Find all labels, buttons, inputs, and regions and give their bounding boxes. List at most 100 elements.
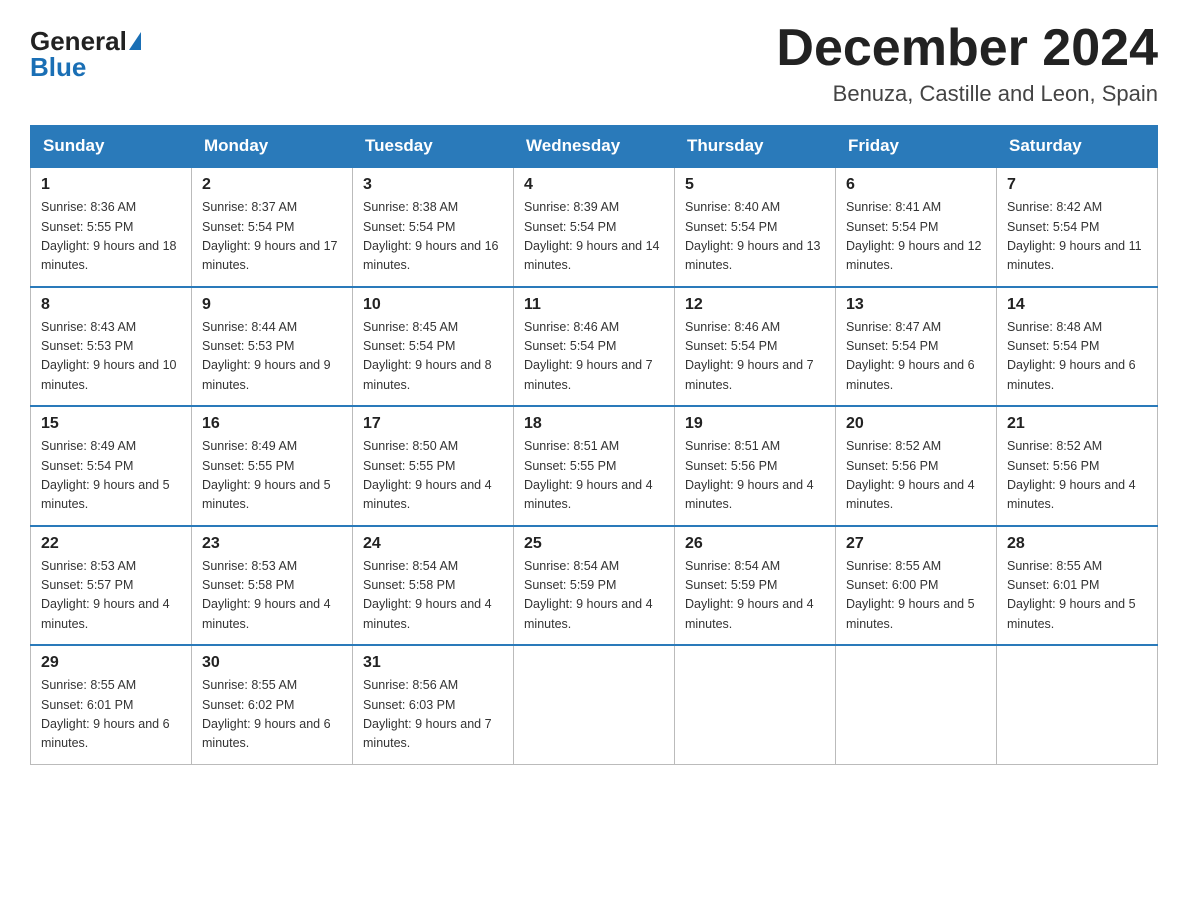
day-number: 7: [1007, 176, 1147, 194]
page-title: December 2024: [776, 20, 1158, 77]
day-info: Sunrise: 8:39 AMSunset: 5:54 PMDaylight:…: [524, 198, 664, 276]
table-row: 21 Sunrise: 8:52 AMSunset: 5:56 PMDayligh…: [997, 406, 1158, 526]
day-number: 13: [846, 296, 986, 314]
day-number: 12: [685, 296, 825, 314]
table-row: 14 Sunrise: 8:48 AMSunset: 5:54 PMDayligh…: [997, 287, 1158, 407]
day-info: Sunrise: 8:54 AMSunset: 5:58 PMDaylight:…: [363, 557, 503, 635]
day-info: Sunrise: 8:45 AMSunset: 5:54 PMDaylight:…: [363, 318, 503, 396]
day-number: 6: [846, 176, 986, 194]
day-info: Sunrise: 8:42 AMSunset: 5:54 PMDaylight:…: [1007, 198, 1147, 276]
table-row: 7 Sunrise: 8:42 AMSunset: 5:54 PMDaylight…: [997, 167, 1158, 287]
day-info: Sunrise: 8:51 AMSunset: 5:56 PMDaylight:…: [685, 437, 825, 515]
table-row: 20 Sunrise: 8:52 AMSunset: 5:56 PMDayligh…: [836, 406, 997, 526]
day-number: 23: [202, 535, 342, 553]
table-row: [836, 645, 997, 764]
weekday-header-monday: Monday: [192, 126, 353, 168]
table-row: 29Sunrise: 8:55 AMSunset: 6:01 PMDayligh…: [31, 645, 192, 764]
table-row: 6Sunrise: 8:41 AMSunset: 5:54 PMDaylight…: [836, 167, 997, 287]
weekday-header-wednesday: Wednesday: [514, 126, 675, 168]
table-row: 10 Sunrise: 8:45 AMSunset: 5:54 PMDayligh…: [353, 287, 514, 407]
day-number: 8: [41, 296, 181, 314]
table-row: 17Sunrise: 8:50 AMSunset: 5:55 PMDayligh…: [353, 406, 514, 526]
day-number: 22: [41, 535, 181, 553]
day-number: 30: [202, 654, 342, 672]
table-row: [514, 645, 675, 764]
page-header: General Blue December 2024 Benuza, Casti…: [30, 20, 1158, 107]
table-row: [997, 645, 1158, 764]
day-number: 19: [685, 415, 825, 433]
table-row: 12 Sunrise: 8:46 AMSunset: 5:54 PMDayligh…: [675, 287, 836, 407]
day-info: Sunrise: 8:46 AMSunset: 5:54 PMDaylight:…: [685, 318, 825, 396]
day-number: 4: [524, 176, 664, 194]
weekday-header-row: SundayMondayTuesdayWednesdayThursdayFrid…: [31, 126, 1158, 168]
day-number: 25: [524, 535, 664, 553]
calendar-week-row: 1 Sunrise: 8:36 AMSunset: 5:55 PMDaylight…: [31, 167, 1158, 287]
day-number: 27: [846, 535, 986, 553]
day-number: 29: [41, 654, 181, 672]
day-number: 1: [41, 176, 181, 194]
table-row: 16 Sunrise: 8:49 AMSunset: 5:55 PMDayligh…: [192, 406, 353, 526]
table-row: 3 Sunrise: 8:38 AMSunset: 5:54 PMDaylight…: [353, 167, 514, 287]
table-row: 23 Sunrise: 8:53 AMSunset: 5:58 PMDayligh…: [192, 526, 353, 646]
table-row: [675, 645, 836, 764]
day-info: Sunrise: 8:44 AMSunset: 5:53 PMDaylight:…: [202, 318, 342, 396]
table-row: 13 Sunrise: 8:47 AMSunset: 5:54 PMDayligh…: [836, 287, 997, 407]
title-block: December 2024 Benuza, Castille and Leon,…: [776, 20, 1158, 107]
day-info: Sunrise: 8:36 AMSunset: 5:55 PMDaylight:…: [41, 198, 181, 276]
calendar-week-row: 22 Sunrise: 8:53 AMSunset: 5:57 PMDayligh…: [31, 526, 1158, 646]
day-number: 26: [685, 535, 825, 553]
day-number: 18: [524, 415, 664, 433]
day-info: Sunrise: 8:55 AMSunset: 6:00 PMDaylight:…: [846, 557, 986, 635]
day-number: 21: [1007, 415, 1147, 433]
day-info: Sunrise: 8:52 AMSunset: 5:56 PMDaylight:…: [846, 437, 986, 515]
calendar-week-row: 8 Sunrise: 8:43 AMSunset: 5:53 PMDaylight…: [31, 287, 1158, 407]
table-row: 30 Sunrise: 8:55 AMSunset: 6:02 PMDayligh…: [192, 645, 353, 764]
day-number: 28: [1007, 535, 1147, 553]
calendar-week-row: 15Sunrise: 8:49 AMSunset: 5:54 PMDayligh…: [31, 406, 1158, 526]
day-info: Sunrise: 8:53 AMSunset: 5:58 PMDaylight:…: [202, 557, 342, 635]
day-info: Sunrise: 8:37 AMSunset: 5:54 PMDaylight:…: [202, 198, 342, 276]
table-row: 2 Sunrise: 8:37 AMSunset: 5:54 PMDaylight…: [192, 167, 353, 287]
day-number: 16: [202, 415, 342, 433]
table-row: 4 Sunrise: 8:39 AMSunset: 5:54 PMDaylight…: [514, 167, 675, 287]
table-row: 1 Sunrise: 8:36 AMSunset: 5:55 PMDaylight…: [31, 167, 192, 287]
table-row: 18Sunrise: 8:51 AMSunset: 5:55 PMDayligh…: [514, 406, 675, 526]
weekday-header-thursday: Thursday: [675, 126, 836, 168]
day-number: 20: [846, 415, 986, 433]
table-row: 27 Sunrise: 8:55 AMSunset: 6:00 PMDayligh…: [836, 526, 997, 646]
day-number: 24: [363, 535, 503, 553]
table-row: 31Sunrise: 8:56 AMSunset: 6:03 PMDayligh…: [353, 645, 514, 764]
day-number: 11: [524, 296, 664, 314]
day-number: 5: [685, 176, 825, 194]
day-info: Sunrise: 8:38 AMSunset: 5:54 PMDaylight:…: [363, 198, 503, 276]
day-number: 9: [202, 296, 342, 314]
day-info: Sunrise: 8:47 AMSunset: 5:54 PMDaylight:…: [846, 318, 986, 396]
day-number: 17: [363, 415, 503, 433]
logo-triangle-icon: [129, 32, 141, 50]
page-location: Benuza, Castille and Leon, Spain: [776, 81, 1158, 107]
logo-blue-text: Blue: [30, 54, 86, 80]
day-info: Sunrise: 8:46 AMSunset: 5:54 PMDaylight:…: [524, 318, 664, 396]
table-row: 26Sunrise: 8:54 AMSunset: 5:59 PMDayligh…: [675, 526, 836, 646]
day-number: 2: [202, 176, 342, 194]
day-info: Sunrise: 8:55 AMSunset: 6:02 PMDaylight:…: [202, 676, 342, 754]
weekday-header-tuesday: Tuesday: [353, 126, 514, 168]
day-info: Sunrise: 8:43 AMSunset: 5:53 PMDaylight:…: [41, 318, 181, 396]
day-number: 3: [363, 176, 503, 194]
day-number: 10: [363, 296, 503, 314]
logo-general-text: General: [30, 28, 127, 54]
table-row: 22 Sunrise: 8:53 AMSunset: 5:57 PMDayligh…: [31, 526, 192, 646]
calendar-table: SundayMondayTuesdayWednesdayThursdayFrid…: [30, 125, 1158, 765]
day-number: 14: [1007, 296, 1147, 314]
day-info: Sunrise: 8:48 AMSunset: 5:54 PMDaylight:…: [1007, 318, 1147, 396]
weekday-header-friday: Friday: [836, 126, 997, 168]
day-info: Sunrise: 8:53 AMSunset: 5:57 PMDaylight:…: [41, 557, 181, 635]
weekday-header-saturday: Saturday: [997, 126, 1158, 168]
day-info: Sunrise: 8:40 AMSunset: 5:54 PMDaylight:…: [685, 198, 825, 276]
day-info: Sunrise: 8:52 AMSunset: 5:56 PMDaylight:…: [1007, 437, 1147, 515]
table-row: 8 Sunrise: 8:43 AMSunset: 5:53 PMDaylight…: [31, 287, 192, 407]
table-row: 25Sunrise: 8:54 AMSunset: 5:59 PMDayligh…: [514, 526, 675, 646]
day-info: Sunrise: 8:55 AMSunset: 6:01 PMDaylight:…: [1007, 557, 1147, 635]
day-info: Sunrise: 8:49 AMSunset: 5:55 PMDaylight:…: [202, 437, 342, 515]
table-row: 9 Sunrise: 8:44 AMSunset: 5:53 PMDaylight…: [192, 287, 353, 407]
